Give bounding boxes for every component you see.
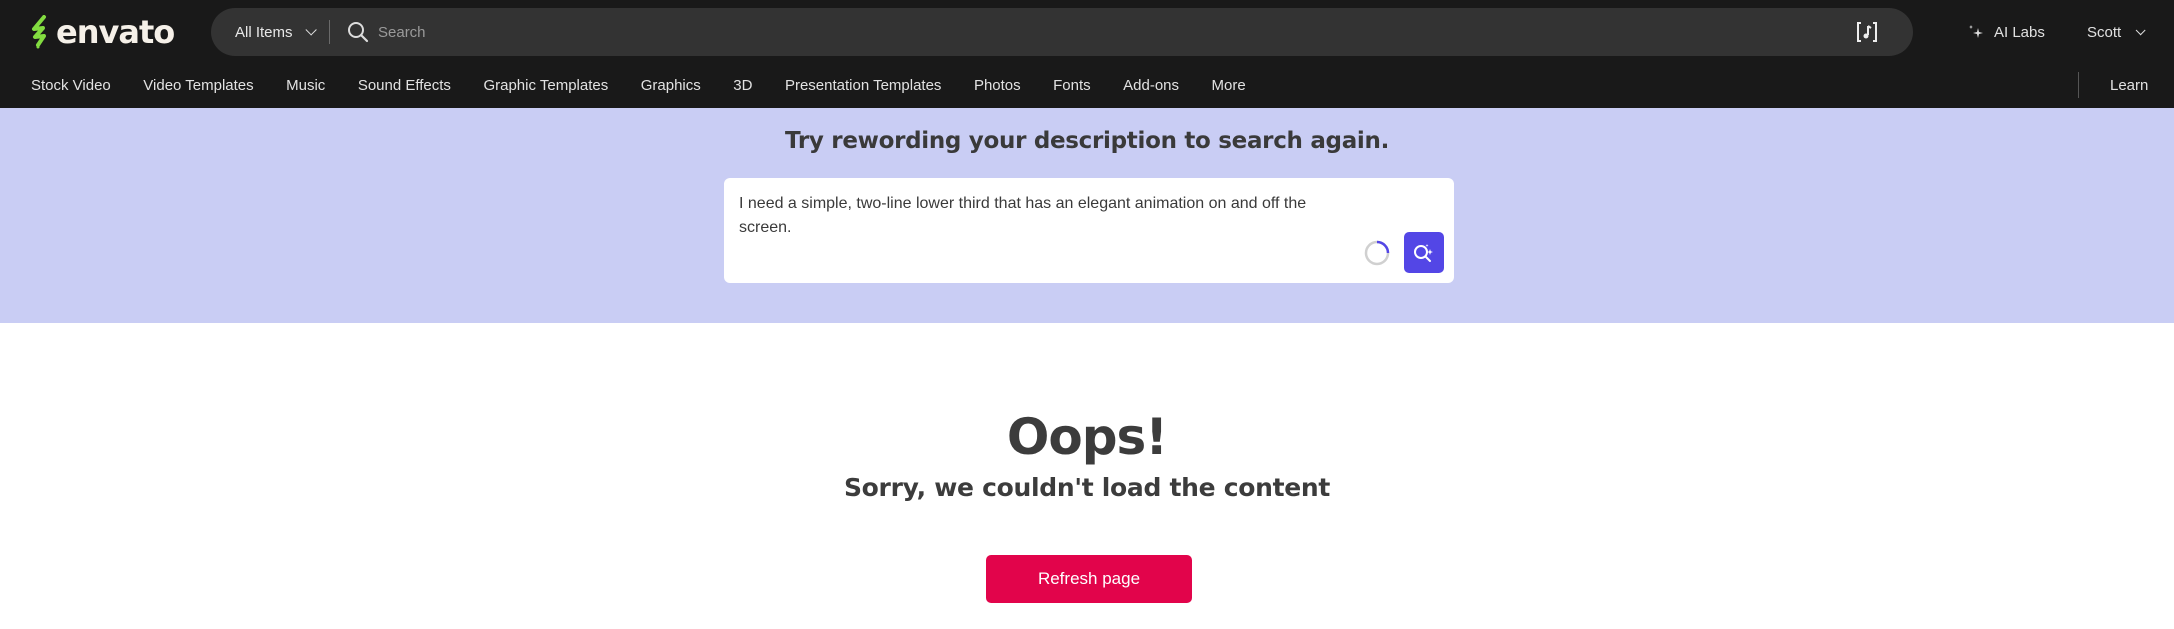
search-divider [329, 20, 330, 44]
category-dropdown[interactable]: All Items [235, 8, 317, 56]
nav-item-video-templates[interactable]: Video Templates [143, 77, 253, 94]
search-input[interactable] [378, 8, 1778, 56]
top-header: envato All Items AI Labs Scott Stock [0, 0, 2174, 108]
music-note-scan-icon[interactable] [1855, 20, 1879, 44]
envato-logo[interactable]: envato [30, 13, 175, 51]
ai-search-section: Try rewording your description to search… [0, 108, 2174, 323]
hero-title: Try rewording your description to search… [784, 128, 1390, 154]
nav-item-3d[interactable]: 3D [733, 77, 752, 94]
nav-item-graphic-templates[interactable]: Graphic Templates [483, 77, 608, 94]
loading-spinner-icon [1364, 240, 1390, 266]
prompt-input[interactable]: I need a simple, two-line lower third th… [739, 192, 1339, 252]
nav-item-graphics[interactable]: Graphics [641, 77, 701, 94]
nav-item-more[interactable]: More [1212, 77, 1246, 94]
nav-item-stock-video[interactable]: Stock Video [31, 77, 111, 94]
chevron-down-icon [304, 24, 317, 36]
ai-labs-link[interactable]: AI Labs [1968, 8, 2045, 56]
logo-text: envato [56, 13, 175, 51]
error-message: Sorry, we couldn't load the content [843, 473, 1331, 502]
nav-item-fonts[interactable]: Fonts [1053, 77, 1091, 94]
envato-leaf-icon [32, 15, 46, 49]
sparkle-icon [1969, 25, 1983, 38]
sparkle-search-icon [1414, 243, 1433, 262]
nav-item-photos[interactable]: Photos [974, 77, 1021, 94]
nav-divider [2078, 72, 2079, 98]
user-name: Scott [2087, 23, 2122, 41]
search-icon[interactable] [347, 21, 369, 43]
chevron-down-icon [2135, 24, 2146, 35]
search-bar: All Items [211, 8, 1913, 56]
nav-item-sound-effects[interactable]: Sound Effects [358, 77, 451, 94]
nav-item-music[interactable]: Music [286, 77, 325, 94]
nav-item-add-ons[interactable]: Add-ons [1123, 77, 1179, 94]
category-dropdown-label: All Items [235, 23, 293, 41]
ai-search-button[interactable] [1404, 232, 1444, 273]
prompt-box: I need a simple, two-line lower third th… [724, 178, 1454, 283]
ai-labs-label: AI Labs [1994, 23, 2045, 41]
user-menu[interactable]: Scott [2087, 8, 2146, 56]
learn-link[interactable]: Learn [2110, 70, 2148, 100]
category-nav: Stock Video Video Templates Music Sound … [31, 70, 1278, 100]
nav-item-presentation-templates[interactable]: Presentation Templates [785, 77, 941, 94]
error-heading: Oops! [1006, 408, 1168, 466]
refresh-page-button[interactable]: Refresh page [986, 555, 1192, 603]
